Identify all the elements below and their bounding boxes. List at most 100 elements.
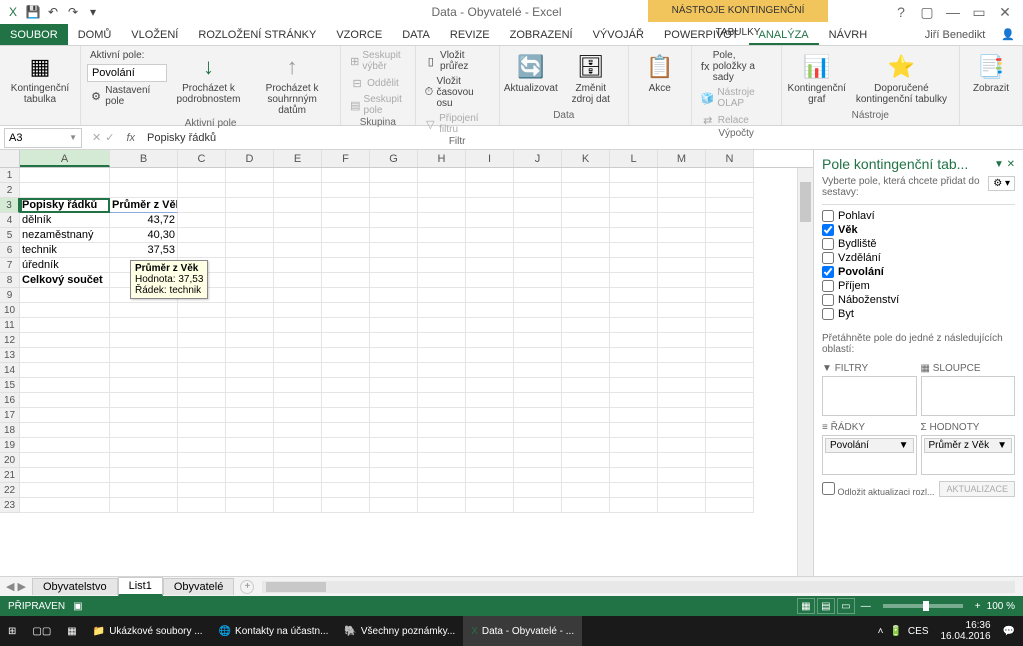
- cell[interactable]: [20, 378, 110, 393]
- refresh-button[interactable]: 🔄Aktualizovat: [506, 49, 556, 96]
- cell[interactable]: [322, 408, 370, 423]
- cell[interactable]: [110, 168, 178, 183]
- cell[interactable]: [706, 213, 754, 228]
- cell[interactable]: [658, 318, 706, 333]
- cell[interactable]: [322, 348, 370, 363]
- taskbar-item[interactable]: 🐘 Všechny poznámky...: [336, 616, 463, 646]
- cell[interactable]: [706, 348, 754, 363]
- cell[interactable]: [514, 258, 562, 273]
- cell[interactable]: [274, 183, 322, 198]
- cell[interactable]: [514, 498, 562, 513]
- cell[interactable]: [20, 288, 110, 303]
- fx-icon[interactable]: fx: [120, 132, 141, 144]
- cell[interactable]: [20, 423, 110, 438]
- cell[interactable]: [322, 378, 370, 393]
- cell[interactable]: [178, 453, 226, 468]
- cell[interactable]: [706, 378, 754, 393]
- cell[interactable]: [466, 243, 514, 258]
- cell[interactable]: [610, 168, 658, 183]
- cell[interactable]: [562, 348, 610, 363]
- cell[interactable]: [226, 483, 274, 498]
- cell[interactable]: [658, 333, 706, 348]
- cell[interactable]: [658, 183, 706, 198]
- cell[interactable]: [466, 228, 514, 243]
- cell[interactable]: [20, 318, 110, 333]
- cell[interactable]: [610, 423, 658, 438]
- row-header[interactable]: 23: [0, 498, 20, 513]
- cell[interactable]: [706, 483, 754, 498]
- fieldlist-dropdown-icon[interactable]: ▼ ✕: [994, 159, 1015, 170]
- cell[interactable]: [562, 453, 610, 468]
- cell[interactable]: [370, 408, 418, 423]
- cell[interactable]: [20, 498, 110, 513]
- cell[interactable]: [562, 303, 610, 318]
- cell[interactable]: [178, 378, 226, 393]
- cell[interactable]: [226, 468, 274, 483]
- cell[interactable]: [466, 363, 514, 378]
- cell[interactable]: [322, 198, 370, 213]
- cell[interactable]: [466, 453, 514, 468]
- formula-bar[interactable]: Popisky řádků: [141, 132, 1023, 144]
- col-header[interactable]: G: [370, 150, 418, 167]
- row-header[interactable]: 16: [0, 393, 20, 408]
- field-checkbox[interactable]: [822, 308, 834, 320]
- cell[interactable]: [274, 258, 322, 273]
- cell[interactable]: [226, 393, 274, 408]
- cell[interactable]: [370, 303, 418, 318]
- cell[interactable]: [226, 228, 274, 243]
- col-header[interactable]: M: [658, 150, 706, 167]
- cell[interactable]: [466, 483, 514, 498]
- cell[interactable]: [418, 363, 466, 378]
- cell[interactable]: [178, 303, 226, 318]
- cell[interactable]: [178, 168, 226, 183]
- cell[interactable]: [110, 453, 178, 468]
- cell[interactable]: [610, 378, 658, 393]
- tray-notification-icon[interactable]: 💬: [1003, 626, 1015, 637]
- cell[interactable]: [514, 243, 562, 258]
- rows-drop-area[interactable]: Povolání▼: [822, 435, 917, 475]
- cell[interactable]: [110, 378, 178, 393]
- cell[interactable]: úředník: [20, 258, 110, 273]
- tab-navrh[interactable]: NÁVRH: [819, 24, 878, 45]
- row-header[interactable]: 4: [0, 213, 20, 228]
- cell[interactable]: [20, 303, 110, 318]
- cell[interactable]: [514, 378, 562, 393]
- fields-items-button[interactable]: fxPole, položky a sady: [698, 49, 775, 84]
- field-checkbox[interactable]: [822, 294, 834, 306]
- relations-button[interactable]: ⇄Relace: [698, 112, 775, 128]
- cell[interactable]: Průměr z Věk: [110, 198, 178, 213]
- cell[interactable]: [706, 318, 754, 333]
- cell[interactable]: [610, 498, 658, 513]
- cell[interactable]: [110, 183, 178, 198]
- col-header[interactable]: L: [610, 150, 658, 167]
- redo-icon[interactable]: ↷: [64, 3, 82, 21]
- cell[interactable]: [20, 363, 110, 378]
- cell[interactable]: [178, 498, 226, 513]
- field-checkbox-item[interactable]: Vzdělání: [822, 251, 1015, 265]
- qat-more-icon[interactable]: ▾: [84, 3, 102, 21]
- update-button[interactable]: AKTUALIZACE: [939, 481, 1015, 497]
- cell[interactable]: [562, 198, 610, 213]
- cell[interactable]: [610, 363, 658, 378]
- cell[interactable]: [610, 213, 658, 228]
- row-header[interactable]: 6: [0, 243, 20, 258]
- cell[interactable]: [322, 273, 370, 288]
- cell[interactable]: [514, 453, 562, 468]
- cell[interactable]: [226, 453, 274, 468]
- cell[interactable]: [20, 333, 110, 348]
- cell[interactable]: [322, 318, 370, 333]
- cell[interactable]: [370, 363, 418, 378]
- cell[interactable]: [418, 453, 466, 468]
- user-avatar-icon[interactable]: 👤: [993, 24, 1023, 45]
- vertical-scrollbar[interactable]: [797, 168, 813, 576]
- cell[interactable]: [610, 198, 658, 213]
- cell[interactable]: [322, 453, 370, 468]
- cell[interactable]: [418, 468, 466, 483]
- zoom-in-button[interactable]: +: [975, 601, 981, 612]
- cell[interactable]: [658, 438, 706, 453]
- cell[interactable]: [322, 213, 370, 228]
- cell[interactable]: [110, 498, 178, 513]
- cell[interactable]: [466, 393, 514, 408]
- name-box[interactable]: A3▼: [4, 128, 82, 148]
- cell[interactable]: [466, 423, 514, 438]
